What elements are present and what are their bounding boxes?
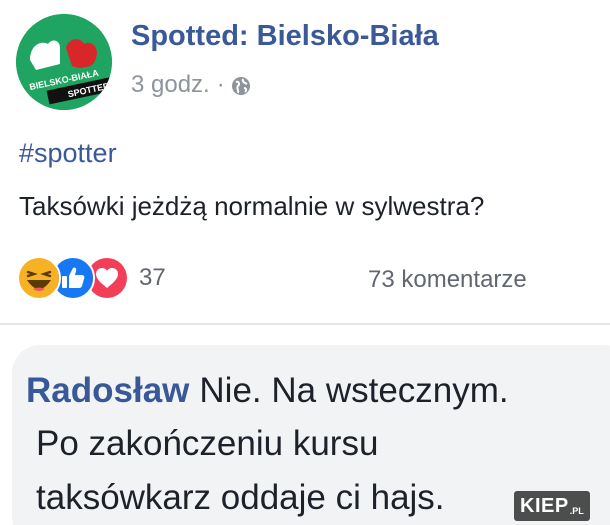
meta-separator: · <box>216 71 225 98</box>
comment-text-line1: Nie. Na wstecznym. <box>199 371 509 410</box>
watermark-text: KIEP <box>520 494 569 517</box>
post-timestamp[interactable]: 3 godz. <box>131 71 210 99</box>
facebook-post: BIELSKO-BIAŁA SPOTTED Spotted: Bielsko-B… <box>0 0 610 525</box>
comment-text-line2: Po zakończeniu kursu <box>36 424 379 463</box>
comment-author-link[interactable]: Radosław <box>26 371 189 410</box>
spotted-logo-icon: BIELSKO-BIAŁA SPOTTED <box>16 14 112 110</box>
post-meta: 3 godz. · <box>131 70 251 100</box>
comments-count-link[interactable]: 73 komentarze <box>368 266 527 294</box>
hashtag-link[interactable]: #spotter <box>19 138 117 169</box>
divider <box>0 323 610 325</box>
haha-icon <box>17 256 61 300</box>
comment-first-line: Radosław Nie. Na wstecznym. <box>26 371 509 411</box>
post-text: Taksówki jeżdżą normalnie w sylwestra? <box>19 191 485 221</box>
page-name-link[interactable]: Spotted: Bielsko-Biała <box>131 20 439 53</box>
watermark-suffix: .PL <box>569 505 584 516</box>
comment-text-line3: taksówkarz oddaje ci hajs. <box>36 478 445 517</box>
reaction-count: 37 <box>139 264 166 291</box>
page-avatar[interactable]: BIELSKO-BIAŁA SPOTTED <box>16 14 112 110</box>
watermark: KIEP .PL <box>514 491 590 521</box>
globe-icon <box>231 75 251 95</box>
reactions-summary[interactable]: 37 <box>17 256 166 300</box>
